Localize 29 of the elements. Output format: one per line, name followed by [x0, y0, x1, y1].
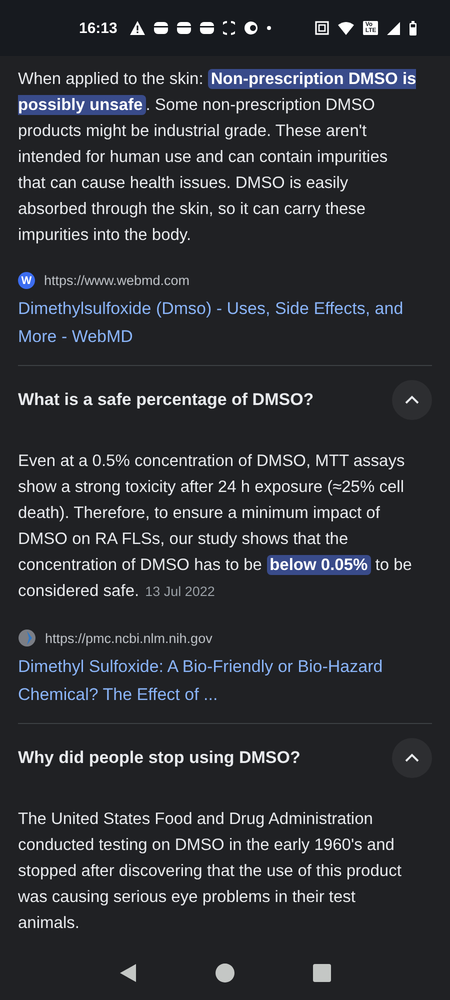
answer-text: The United States Food and Drug Administration conducted testing on DMSO in the early 1960's and stopped after discovering that the use of this product was causing serious eye problems in their test animals.: [18, 809, 402, 934]
warning-icon: [130, 21, 146, 35]
notification-icon: [200, 22, 214, 34]
answer-text: When applied to the skin: Non-prescription DMSO is possibly unsafe . Some non-prescription DMSO products might be industrial grade. These aren't intended for human use and can contain impurities that can cause health issues. DMSO is easily absorbed through the skin, so it can carry these impurities into the body.: [18, 68, 418, 246]
expand-toggle[interactable]: [392, 738, 432, 778]
battery-icon: [409, 20, 418, 36]
home-icon[interactable]: [215, 963, 235, 983]
source-url: https://pmc.ncbi.nlm.nih.gov: [45, 630, 212, 646]
source-url: https://www.webmd.com: [44, 273, 190, 288]
expand-toggle[interactable]: [392, 380, 432, 420]
back-icon[interactable]: [119, 963, 137, 983]
status-time: 16:13: [79, 20, 118, 36]
question-text: What is a safe percentage of DMSO?: [18, 390, 314, 410]
wifi-icon: [338, 22, 354, 34]
answer-text: Even at a 0.5% concentration of DMSO, MTT assays show a strong toxicity after 24 h exposure (≈25% cell death). Therefore, to ensure a minimum impact of DMSO on RA FLSs, our study shows that the concentration of DMSO has to be below 0.05% to be considered safe. 13 Jul 2022: [18, 451, 413, 602]
notification-icon: [177, 22, 192, 34]
dot-icon: [267, 26, 272, 30]
half-circle-icon: [244, 21, 258, 35]
notification-icon: [154, 22, 168, 34]
question-text: Why did people stop using DMSO?: [18, 748, 300, 768]
site-favicon-icon: [18, 629, 36, 647]
result-link[interactable]: Dimethylsulfoxide (Dmso) - Uses, Side Effects, and More - WebMD: [18, 295, 432, 351]
signal-icon: [387, 22, 400, 34]
result-link[interactable]: Dimethyl Sulfoxide: A Bio-Friendly or Bio-Hazard Chemical? The Effect of ...: [18, 653, 432, 709]
sync-icon: [223, 21, 236, 35]
nfc-icon: [315, 21, 330, 35]
chevron-up-icon: [404, 395, 420, 405]
site-favicon: W: [18, 272, 35, 289]
chevron-up-icon: [404, 753, 420, 763]
